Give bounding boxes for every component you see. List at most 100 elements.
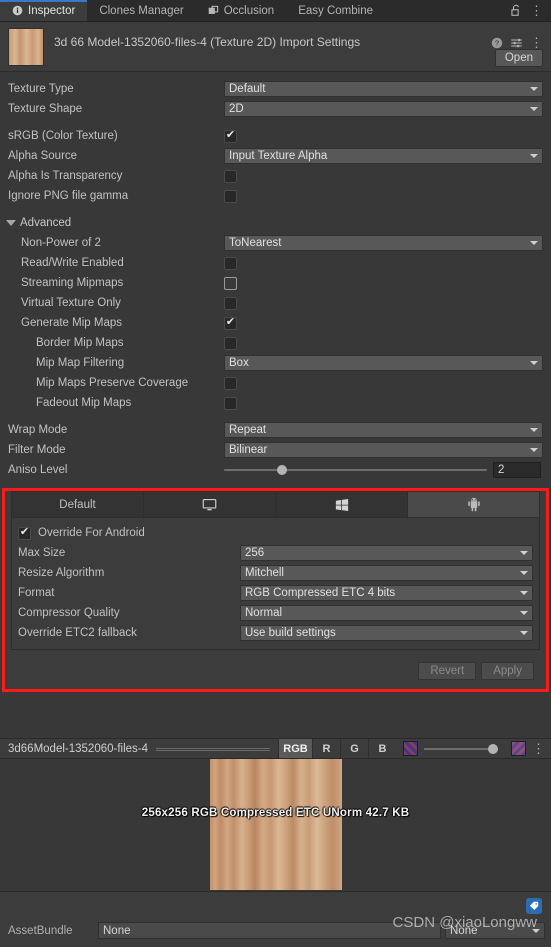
dropdown-max-size[interactable]: 256: [240, 545, 533, 561]
chevron-down-icon: [530, 428, 538, 432]
row-non-power-of-2: Non-Power of 2 ToNearest: [0, 233, 551, 253]
checkbox-virtual-texture-only[interactable]: ✔: [224, 296, 237, 310]
row-wrap-mode: Wrap Mode Repeat: [0, 420, 551, 440]
tab-easy-combine[interactable]: Easy Combine: [286, 0, 385, 21]
preset-sliders-icon[interactable]: [510, 37, 523, 49]
label-resize-algorithm: Resize Algorithm: [18, 567, 105, 579]
aniso-level-value-field[interactable]: 2: [493, 462, 541, 478]
label-wrap-mode: Wrap Mode: [8, 424, 68, 436]
divider-spacer: [0, 206, 551, 213]
assetbundle-bar: AssetBundle None None CSDN @xiaoLongww: [0, 891, 551, 947]
dropdown-format[interactable]: RGB Compressed ETC 4 bits: [240, 585, 533, 601]
label-virtual-texture-only: Virtual Texture Only: [21, 297, 121, 309]
chevron-down-icon: [530, 241, 538, 245]
help-icon[interactable]: ?: [491, 37, 503, 49]
row-generate-mip-maps: Generate Mip Maps ✔: [0, 313, 551, 333]
checkbox-border-mip-maps[interactable]: ✔: [224, 336, 237, 350]
kebab-menu-icon[interactable]: ⋮: [530, 36, 543, 49]
divider-spacer: [0, 119, 551, 126]
dropdown-resize-algorithm[interactable]: Mitchell: [240, 565, 533, 581]
platform-tab-android[interactable]: [408, 492, 539, 517]
row-streaming-mipmaps: Streaming Mipmaps ✔: [0, 273, 551, 293]
foldout-advanced[interactable]: Advanced: [0, 213, 551, 233]
row-alpha-is-transparency: Alpha Is Transparency ✔: [0, 166, 551, 186]
chevron-down-icon: [520, 551, 528, 555]
preview-divider: [156, 748, 270, 749]
revert-button[interactable]: Revert: [418, 662, 477, 680]
dropdown-alpha-source[interactable]: Input Texture Alpha: [224, 148, 543, 164]
row-format: Format RGB Compressed ETC 4 bits: [12, 583, 539, 603]
channel-toggle-g[interactable]: G: [340, 739, 368, 758]
label-texture-shape: Texture Shape: [8, 103, 83, 115]
label-border-mip-maps: Border Mip Maps: [36, 337, 124, 349]
asset-header: 3d 66 Model-1352060-files-4 (Texture 2D)…: [0, 22, 551, 72]
checkbox-override-for-android[interactable]: ✔: [18, 525, 31, 540]
platform-tab-windows[interactable]: [276, 492, 408, 517]
lock-open-icon[interactable]: [510, 4, 522, 17]
tab-inspector[interactable]: Inspector: [0, 0, 88, 21]
checkbox-streaming-mipmaps[interactable]: ✔: [224, 276, 237, 290]
monitor-icon: [202, 498, 217, 512]
label-filter-mode: Filter Mode: [8, 444, 66, 456]
dropdown-texture-shape[interactable]: 2D: [224, 101, 543, 117]
mip-high-icon: [511, 741, 526, 756]
assetbundle-row: AssetBundle None None: [0, 922, 551, 939]
platform-tab-default[interactable]: Default: [12, 492, 144, 517]
texture-preview-image: [209, 759, 342, 890]
assetbundle-label: AssetBundle: [8, 924, 73, 937]
open-button[interactable]: Open: [494, 49, 543, 67]
dropdown-non-power-of-2[interactable]: ToNearest: [224, 235, 543, 251]
kebab-menu-icon[interactable]: ⋮: [532, 742, 545, 755]
aniso-level-slider[interactable]: [224, 463, 487, 477]
dropdown-mip-map-filtering[interactable]: Box: [224, 355, 543, 371]
channel-toggle-b[interactable]: B: [368, 739, 396, 758]
dropdown-compressor-quality[interactable]: Normal: [240, 605, 533, 621]
chevron-down-icon: [530, 361, 538, 365]
check-icon: ✔: [225, 128, 236, 141]
tab-clones-manager[interactable]: Clones Manager: [87, 0, 195, 21]
mip-level-slider[interactable]: [424, 742, 498, 756]
assetbundle-variant-dropdown[interactable]: None: [445, 922, 545, 939]
dropdown-override-etc2-fallback-value: Use build settings: [245, 627, 336, 639]
checkbox-srgb[interactable]: ✔: [224, 128, 237, 143]
slider-handle[interactable]: [488, 743, 498, 754]
dropdown-filter-mode[interactable]: Bilinear: [224, 442, 543, 458]
checkbox-mip-maps-preserve-coverage[interactable]: ✔: [224, 376, 237, 390]
window-tab-actions: ⋮: [510, 0, 551, 21]
platform-tab-standalone[interactable]: [144, 492, 276, 517]
slider-track: [424, 747, 498, 750]
channel-toggle-rgb[interactable]: RGB: [278, 739, 312, 758]
checkbox-ignore-png-gamma[interactable]: ✔: [224, 189, 237, 203]
dropdown-texture-type[interactable]: Default: [224, 81, 543, 97]
slider-handle[interactable]: [276, 465, 287, 475]
asset-header-actions: ? ⋮: [491, 28, 543, 49]
tag-icon[interactable]: [526, 898, 542, 914]
assetbundle-dropdown[interactable]: None: [98, 922, 441, 939]
row-compressor-quality: Compressor Quality Normal: [12, 603, 539, 623]
checkbox-generate-mip-maps[interactable]: ✔: [224, 316, 237, 330]
label-ignore-png-gamma: Ignore PNG file gamma: [8, 190, 129, 202]
apply-button[interactable]: Apply: [481, 662, 534, 680]
tab-clones-manager-label: Clones Manager: [99, 4, 184, 17]
tab-easy-combine-label: Easy Combine: [298, 4, 373, 17]
checkbox-read-write-enabled[interactable]: ✔: [224, 256, 237, 270]
dropdown-mip-map-filtering-value: Box: [229, 357, 249, 369]
kebab-menu-icon[interactable]: ⋮: [530, 4, 543, 17]
apply-revert-bar: Revert Apply: [11, 650, 540, 683]
svg-text:?: ?: [495, 38, 499, 47]
window-tab-bar: Inspector Clones Manager Occlusion Easy …: [0, 0, 551, 22]
label-fadeout-mip-maps: Fadeout Mip Maps: [36, 397, 132, 409]
dropdown-wrap-mode[interactable]: Repeat: [224, 422, 543, 438]
label-mip-maps-preserve-coverage: Mip Maps Preserve Coverage: [36, 377, 189, 389]
checkbox-fadeout-mip-maps[interactable]: ✔: [224, 396, 237, 410]
row-override-etc2-fallback: Override ETC2 fallback Use build setting…: [12, 623, 539, 643]
checkbox-alpha-is-transparency[interactable]: ✔: [224, 169, 237, 183]
label-compressor-quality: Compressor Quality: [18, 607, 120, 619]
dropdown-override-etc2-fallback[interactable]: Use build settings: [240, 625, 533, 641]
chevron-down-icon: [532, 928, 540, 933]
tab-occlusion[interactable]: Occlusion: [196, 0, 287, 21]
check-icon: ✔: [19, 525, 30, 538]
channel-toggle-r[interactable]: R: [312, 739, 340, 758]
chevron-down-icon: [6, 220, 16, 226]
preview-gap: [0, 692, 551, 738]
